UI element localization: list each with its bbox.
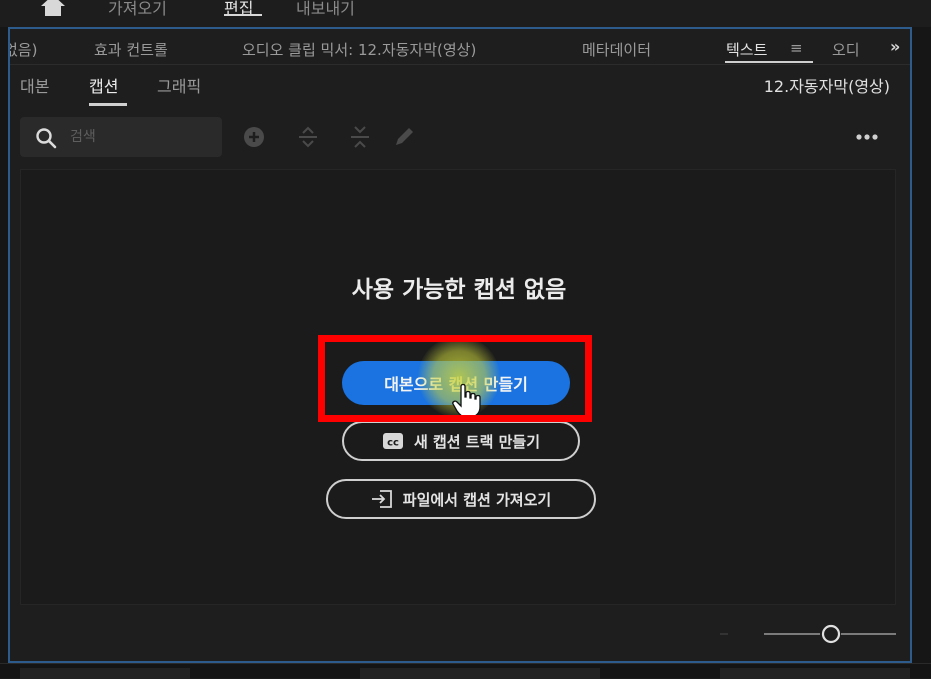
create-captions-label: 대본으로 캡션 만들기 (384, 375, 528, 394)
text-panel: 없음) 효과 컨트롤 오디오 클립 믹서: 12.자동자막(영상) 메타데이터 … (8, 27, 912, 663)
panel-tab-bar: 없음) 효과 컨트롤 오디오 클립 믹서: 12.자동자막(영상) 메타데이터 … (10, 31, 910, 65)
pencil-icon[interactable] (392, 125, 416, 149)
more-icon[interactable] (854, 127, 880, 147)
right-panel-edge (912, 27, 931, 663)
captions-content-area: 사용 가능한 캡션 없음 대본으로 캡션 만들기 cc 새 캡션 트랙 만들기 … (20, 169, 896, 605)
add-icon[interactable] (242, 125, 266, 149)
caption-toolbar (10, 113, 910, 161)
import-captions-button[interactable]: 파일에서 캡션 가져오기 (326, 479, 596, 519)
tab-active-indicator (725, 61, 813, 63)
create-captions-from-transcript-button[interactable]: 대본으로 캡션 만들기 (342, 361, 570, 405)
home-icon[interactable] (40, 0, 66, 16)
svg-text:cc: cc (387, 438, 399, 449)
new-caption-track-label: 새 캡션 트랙 만들기 (413, 432, 541, 451)
merge-icon[interactable] (348, 125, 372, 149)
left-panel-edge (0, 27, 8, 678)
import-icon (371, 490, 392, 508)
import-captions-label: 파일에서 캡션 가져오기 (402, 490, 552, 509)
zoom-slider[interactable] (710, 619, 900, 649)
tab-audio-truncated[interactable]: 오디 (832, 39, 860, 60)
tab-audio-clip-mixer[interactable]: 오디오 클립 믹서: 12.자동자막(영상) (242, 39, 476, 60)
tab-menu-icon[interactable]: ≡ (790, 39, 803, 57)
tab-overflow-button[interactable]: » (890, 37, 900, 56)
subtab-captions[interactable]: 캡션 (89, 73, 118, 97)
nav-edit[interactable]: 편집 (224, 0, 253, 19)
cc-icon: cc (382, 433, 403, 449)
subtab-graphics[interactable]: 그래픽 (157, 73, 201, 97)
tab-effect-controls[interactable]: 효과 컨트롤 (94, 39, 168, 60)
tab-none[interactable]: 없음) (10, 39, 37, 60)
nav-active-indicator (224, 14, 262, 16)
subtab-active-indicator (89, 103, 127, 106)
new-caption-track-button[interactable]: cc 새 캡션 트랙 만들기 (342, 421, 580, 461)
tab-text[interactable]: 텍스트 (726, 39, 767, 60)
subtab-transcript[interactable]: 대본 (20, 73, 49, 97)
empty-state-title: 사용 가능한 캡션 없음 (351, 277, 567, 303)
search-box[interactable] (20, 117, 222, 157)
bottom-segment (720, 668, 910, 679)
bottom-panel-edge (0, 663, 931, 679)
search-icon (36, 128, 57, 149)
nav-import[interactable]: 가져오기 (108, 0, 167, 19)
nav-export[interactable]: 내보내기 (296, 0, 355, 19)
subtab-bar: 대본 캡션 그래픽 12.자동자막(영상) (10, 65, 910, 106)
split-icon[interactable] (296, 125, 320, 149)
sequence-name: 12.자동자막(영상) (763, 77, 890, 96)
bottom-segment (20, 668, 190, 679)
search-input[interactable] (70, 125, 210, 149)
bottom-segment (360, 668, 600, 679)
workspace-bar: 가져오기 편집 내보내기 (0, 0, 931, 27)
tab-metadata[interactable]: 메타데이터 (582, 39, 651, 60)
